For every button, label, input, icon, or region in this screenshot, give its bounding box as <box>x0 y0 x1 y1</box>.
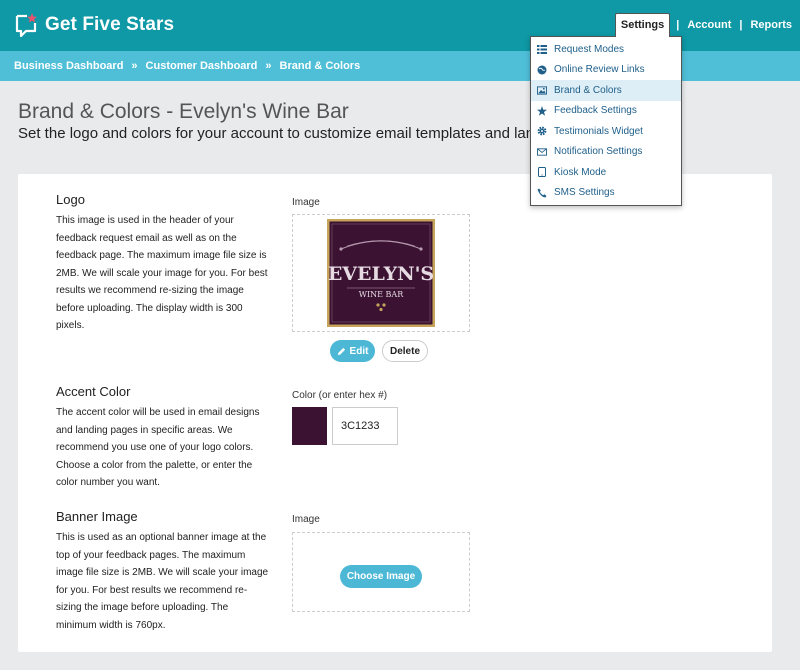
menu-item-sms-settings[interactable]: SMS Settings <box>531 183 681 204</box>
color-label: Color (or enter hex #) <box>292 390 388 401</box>
breadcrumb-customer-dashboard[interactable]: Customer Dashboard <box>146 60 258 72</box>
logo-wordmark: EVELYN'S <box>328 263 434 285</box>
accent-section-description: The accent color will be used in email d… <box>56 407 260 488</box>
settings-card: Logo This image is used in the header of… <box>18 174 772 652</box>
accent-color-swatch[interactable] <box>292 407 327 445</box>
delete-logo-button[interactable]: Delete <box>382 340 428 362</box>
star-icon <box>537 105 547 116</box>
choose-image-button[interactable]: Choose Image <box>340 565 422 588</box>
nav-settings[interactable]: Settings <box>614 13 671 37</box>
edit-logo-button[interactable]: Edit <box>330 340 375 362</box>
banner-image-box[interactable]: Choose Image <box>292 532 470 612</box>
gear-icon <box>537 126 547 136</box>
page-subtitle: Set the logo and colors for your account… <box>18 125 612 142</box>
breadcrumb-separator: » <box>265 60 272 72</box>
app-logo[interactable]: Get Five Stars <box>14 10 174 40</box>
envelope-icon <box>537 147 547 157</box>
banner-section-title: Banner Image <box>56 509 138 524</box>
menu-item-kiosk-mode[interactable]: Kiosk Mode <box>531 162 681 183</box>
menu-item-brand-colors[interactable]: Brand & Colors <box>531 80 681 101</box>
menu-item-label: Kiosk Mode <box>554 166 607 178</box>
banner-image-label: Image <box>292 514 320 525</box>
menu-item-notification-settings[interactable]: Notification Settings <box>531 142 681 163</box>
menu-item-feedback-settings[interactable]: Feedback Settings <box>531 101 681 122</box>
menu-item-label: Feedback Settings <box>554 105 637 117</box>
logo-wine-bar-text: WINE BAR <box>359 290 404 299</box>
image-icon <box>537 85 547 95</box>
edit-label: Edit <box>349 345 369 357</box>
menu-item-label: Brand & Colors <box>554 84 622 96</box>
banner-section-description: This is used as an optional banner image… <box>56 532 269 631</box>
menu-item-label: SMS Settings <box>554 187 615 199</box>
top-nav: Settings | Account | Reports <box>614 13 800 37</box>
list-icon <box>537 44 547 54</box>
accent-section-title: Accent Color <box>56 384 131 399</box>
speech-bubble-star-icon <box>15 13 37 38</box>
breadcrumb-separator: » <box>131 60 138 72</box>
menu-item-label: Online Review Links <box>554 64 645 76</box>
hex-color-input[interactable] <box>332 407 398 445</box>
breadcrumb-current: Brand & Colors <box>279 60 361 72</box>
logo-image-label: Image <box>292 197 320 208</box>
menu-item-label: Notification Settings <box>554 146 643 158</box>
logo-section-description: This image is used in the header of your… <box>56 215 268 331</box>
menu-item-request-modes[interactable]: Request Modes <box>531 39 681 60</box>
app-name: Get Five Stars <box>45 14 175 35</box>
globe-icon <box>537 65 547 75</box>
logo-image-box[interactable]: EVELYN'S WINE BAR <box>292 214 470 332</box>
menu-item-label: Testimonials Widget <box>554 125 643 137</box>
breadcrumb-business-dashboard[interactable]: Business Dashboard <box>14 60 123 72</box>
menu-item-label: Request Modes <box>554 43 625 55</box>
evelyns-logo-image: EVELYN'S WINE BAR <box>327 219 435 327</box>
menu-item-online-review-links[interactable]: Online Review Links <box>531 60 681 81</box>
pencil-icon <box>337 347 345 355</box>
nav-reports[interactable]: Reports <box>742 19 800 31</box>
logo-section-title: Logo <box>56 192 85 207</box>
menu-item-testimonials-widget[interactable]: Testimonials Widget <box>531 121 681 142</box>
nav-account[interactable]: Account <box>679 19 739 31</box>
settings-dropdown-menu: Request Modes Online Review Links Brand … <box>530 36 682 206</box>
page-title: Brand & Colors - Evelyn's Wine Bar <box>18 100 349 123</box>
phone-icon <box>537 188 547 198</box>
tablet-icon <box>537 167 547 178</box>
